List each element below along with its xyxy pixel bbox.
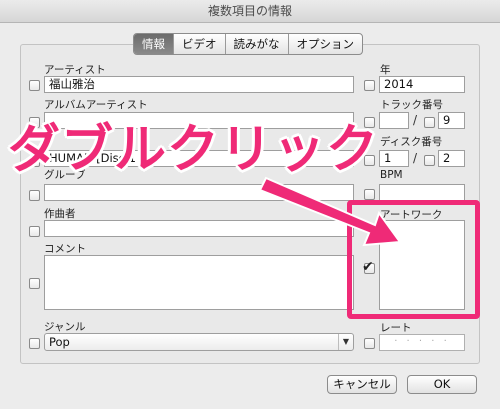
annotation-text: ダブルクリック: [8, 120, 380, 180]
pointer-arrow-icon: [258, 176, 402, 247]
